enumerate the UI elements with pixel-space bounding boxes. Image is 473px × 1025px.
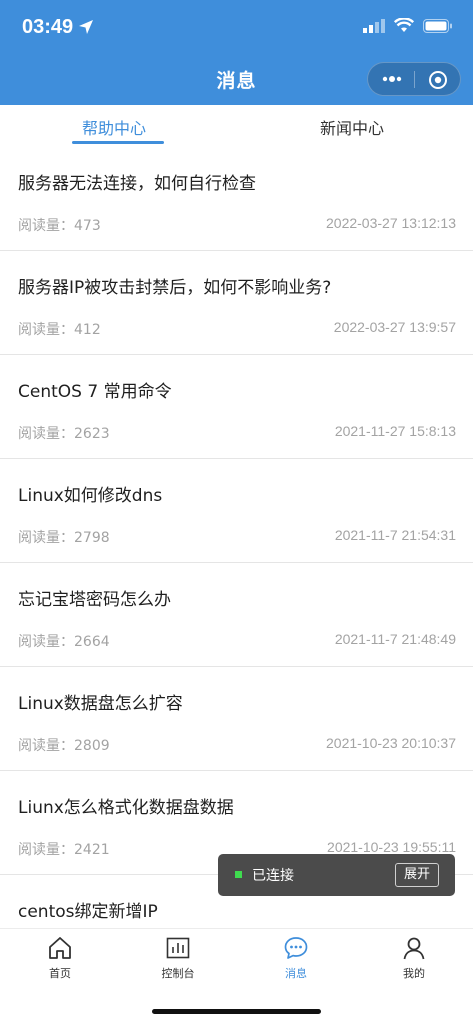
tabbar-item-messages[interactable]: 消息	[256, 935, 336, 981]
connected-status-icon	[235, 871, 242, 878]
capsule-divider	[414, 71, 415, 88]
article-title: 忘记宝塔密码怎么办	[18, 590, 171, 610]
article-title: Linux如何修改dns	[18, 486, 163, 506]
user-icon	[403, 937, 425, 960]
expand-button[interactable]: 展开	[394, 863, 439, 887]
article-title: Liunx怎么格式化数据盘数据	[18, 798, 234, 818]
article-date: 2021-11-7 21:54:31	[334, 527, 456, 543]
message-icon	[284, 937, 308, 959]
mini-program-capsule	[367, 62, 461, 96]
article-read-count: 阅读量：2809	[18, 738, 110, 754]
article-date: 2021-10-23 20:10:37	[326, 735, 456, 751]
article-date: 2021-11-7 21:48:49	[334, 631, 456, 647]
status-indicators	[363, 18, 453, 33]
article-read-count: 阅读量：412	[18, 322, 101, 338]
tabbar-item-home[interactable]: 首页	[20, 935, 100, 981]
article-read-count: 阅读量：2664	[18, 634, 110, 650]
chart-icon	[166, 937, 190, 959]
tab-help-center[interactable]: 帮助中心	[82, 115, 146, 139]
home-icon	[49, 937, 71, 959]
battery-icon	[423, 18, 452, 33]
article-title: Linux数据盘怎么扩容	[18, 694, 183, 714]
list-item[interactable]: 忘记宝塔密码怎么办 阅读量：2664 2021-11-7 21:48:49	[0, 563, 473, 667]
location-arrow-icon	[79, 20, 93, 34]
article-title: CentOS 7 常用命令	[18, 382, 172, 402]
article-title: 服务器无法连接，如何自行检查	[18, 174, 256, 194]
connection-status-text: 已连接	[252, 868, 294, 884]
tab-news-center[interactable]: 新闻中心	[320, 115, 384, 139]
list-item[interactable]: Linux数据盘怎么扩容 阅读量：2809 2021-10-23 20:10:3…	[0, 667, 473, 771]
article-date: 2021-11-27 15:8:13	[334, 423, 456, 439]
category-tabs: 帮助中心 新闻中心	[0, 105, 473, 147]
list-item[interactable]: Linux如何修改dns 阅读量：2798 2021-11-7 21:54:31	[0, 459, 473, 563]
article-title: centos绑定新增IP	[18, 902, 158, 922]
active-tab-indicator	[72, 141, 164, 144]
signal-icon	[363, 18, 385, 33]
list-item[interactable]: 服务器IP被攻击封禁后，如何不影响业务? 阅读量：412 2022-03-27 …	[0, 251, 473, 355]
article-read-count: 阅读量：2798	[18, 530, 110, 546]
close-target-icon[interactable]	[428, 70, 448, 90]
article-read-count: 阅读量：2421	[18, 842, 110, 858]
tabbar-label-home: 首页	[49, 967, 71, 980]
list-item[interactable]: 服务器无法连接，如何自行检查 阅读量：473 2022-03-27 13:12:…	[0, 147, 473, 251]
article-title: 服务器IP被攻击封禁后，如何不影响业务?	[18, 278, 332, 298]
article-read-count: 阅读量：473	[18, 218, 101, 234]
article-date: 2022-03-27 13:9:57	[333, 319, 456, 335]
tabbar-item-console[interactable]: 控制台	[138, 935, 218, 981]
tabbar-label-console: 控制台	[161, 967, 195, 980]
connection-toast: 已连接 展开	[218, 854, 455, 896]
article-date: 2021-10-23 19:55:11	[327, 839, 456, 855]
tabbar-label-messages: 消息	[285, 967, 307, 980]
tabbar-item-profile[interactable]: 我的	[374, 935, 454, 981]
status-time: 03:49	[22, 16, 74, 38]
wifi-icon	[394, 18, 414, 32]
more-dots-icon[interactable]	[382, 73, 402, 85]
header: 03:49 消息	[0, 0, 473, 105]
tabbar-label-profile: 我的	[403, 967, 425, 980]
article-date: 2022-03-27 13:12:13	[326, 215, 456, 231]
article-read-count: 阅读量：2623	[18, 426, 110, 442]
home-indicator	[152, 1009, 321, 1014]
list-item[interactable]: CentOS 7 常用命令 阅读量：2623 2021-11-27 15:8:1…	[0, 355, 473, 459]
